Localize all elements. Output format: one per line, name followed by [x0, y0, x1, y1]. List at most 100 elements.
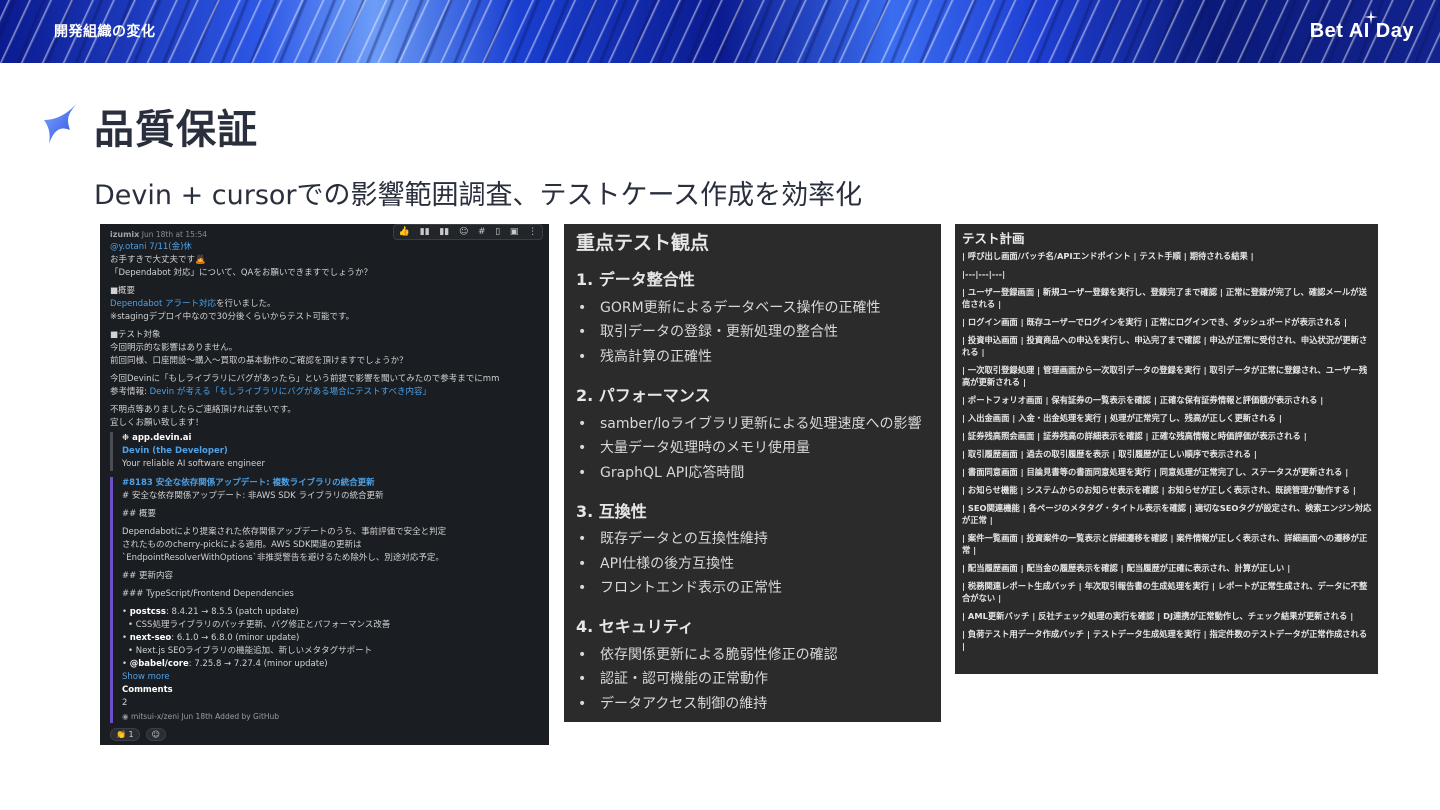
table-row: | ユーザー登録画面 | 新規ユーザー登録を実行し、登録完了まで確認 | 正常に…: [962, 287, 1367, 309]
plan-title: テスト計画: [962, 231, 1025, 246]
message-timestamp: Jun 18th at 15:54: [141, 230, 207, 239]
overview-link[interactable]: Dependabot アラート対応: [110, 299, 216, 309]
message-line: お手すきで大丈夫です🙇: [110, 255, 206, 265]
list-item: データアクセス制御の維持: [578, 693, 767, 713]
reaction-pill[interactable]: 👏 1: [110, 728, 140, 741]
dep-version: : 7.25.8 → 7.27.4 (minor update): [188, 659, 328, 669]
dep-note-text: Next.js SEOライブラリの機能追加、新しいメタタグサポート: [135, 646, 373, 656]
app-name: app.devin.ai: [132, 433, 192, 443]
devin-line: 今回Devinに「もしライブラリにバグがあったら」という前提で影響を聞いてみたの…: [110, 374, 500, 384]
table-row: | SEO関連機能 | 各ページのメタタグ・タイトル表示を確認 | 適切なSEO…: [962, 503, 1372, 525]
table-row: | 負荷テスト用データ作成バッチ | テストデータ生成処理を実行 | 指定件数の…: [962, 629, 1368, 651]
dep-name: @babel/core: [129, 659, 189, 669]
list-item: 残高計算の正確性: [578, 346, 712, 366]
slack-message-screenshot: 👍 ▮▮ ▮▮ ☺ # ▯ ▣ ⋮ izumix Jun 18th at 15:…: [100, 224, 549, 745]
table-row: | 呼び出し画面/バッチ名/APIエンドポイント | テスト手順 | 期待される…: [962, 251, 1254, 261]
star-icon: [44, 102, 78, 144]
plan-table: | 呼び出し画面/バッチ名/APIエンドポイント | テスト手順 | 期待される…: [962, 250, 1372, 658]
section-heading: 3. 互換性: [576, 502, 647, 521]
ref-prefix: 参考情報:: [110, 387, 150, 397]
list-item: GraphQL API応答時間: [578, 462, 744, 482]
message-line: 「Dependabot 対応」について、QAをお願いできますでしょうか？: [110, 268, 373, 278]
list-item: samber/loライブラリ更新による処理速度への影響: [578, 413, 922, 433]
table-row: | 入出金画面 | 入金・出金処理を実行 | 処理が正常完了し、残高が正しく更新…: [962, 413, 1282, 423]
table-row: | 配当履歴画面 | 配当金の履歴表示を確認 | 配当履歴が正確に表示され、計算…: [962, 563, 1291, 573]
reaction-count: 1: [128, 730, 134, 739]
table-row: | 証券残高照会画面 | 証券残高の詳細表示を確認 | 正確な残高情報と時価評価…: [962, 431, 1307, 441]
test-plan-panel: テスト計画 | 呼び出し画面/バッチ名/APIエンドポイント | テスト手順 |…: [955, 224, 1378, 674]
table-row: | 一次取引登録処理 | 管理画面から一次取引データの登録を実行 | 取引データ…: [962, 365, 1368, 387]
table-row: | ログイン画面 | 既存ユーザーでログインを実行 | 正常にログインでき、ダッ…: [962, 317, 1347, 327]
section-heading: 2. パフォーマンス: [576, 386, 711, 405]
dep-item: • next-seo: 6.1.0 → 6.8.0 (minor update): [122, 633, 300, 643]
dep-item: • @babel/core: 7.25.8 → 7.27.4 (minor up…: [122, 659, 328, 669]
test-viewpoints-panel: 重点テスト観点 1. データ整合性 GORM更新によるデータベース操作の正確性 …: [564, 224, 941, 722]
dep-version: : 6.1.0 → 6.8.0 (minor update): [171, 633, 300, 643]
dep-item: • postcss: 8.4.21 → 8.5.5 (patch update): [122, 607, 299, 617]
dep-note: • CSS処理ライブラリのパッチ更新、バグ修正とパフォーマンス改善: [128, 620, 391, 630]
app-description: Your reliable AI software engineer: [122, 459, 265, 469]
table-row: | 取引履歴画面 | 過去の取引履歴を表示 | 取引履歴が正しい順序で表示される…: [962, 449, 1257, 459]
page-title: 品質保証: [94, 107, 258, 153]
section-label: 開発組織の変化: [54, 24, 156, 40]
list-item: 既存データとの互換性維持: [578, 528, 768, 548]
target-heading: ■テスト対象: [110, 330, 161, 340]
list-item: 認証・認可機能の正常動作: [578, 668, 768, 688]
dep-version: : 8.4.21 → 8.5.5 (patch update): [165, 607, 299, 617]
page-subtitle: Devin + cursorでの影響範囲調査、テストケース作成を効率化: [94, 180, 863, 211]
reactions-bar: 👏 1 ☺: [110, 728, 540, 741]
overview-suffix: を行いました。: [216, 299, 276, 309]
list-item: 依存関係更新による脆弱性修正の確認: [578, 644, 838, 664]
link-unfurl[interactable]: ❉ app.devin.ai Devin (the Developer) You…: [110, 432, 540, 471]
list-item: 取引データの登録・更新処理の整合性: [578, 321, 838, 341]
table-row: | 税務関連レポート生成バッチ | 年次取引報告書の生成処理を実行 | レポート…: [962, 581, 1368, 603]
pr-line: # 安全な依存関係アップデート: 非AWS SDK ライブラリの統合更新: [122, 491, 384, 501]
pr-footer: mitsui-x/zeni Jun 18th Added by GitHub: [130, 712, 280, 721]
table-row: |---|---|---|: [962, 269, 1006, 279]
pr-line: ## 更新内容: [122, 571, 173, 581]
overview-note: ※stagingデプロイ中なので30分後くらいからテスト可能です。: [110, 312, 355, 322]
table-row: | AML更新バッチ | 反社チェック処理の実行を確認 | DJ連携が正常動作し…: [962, 611, 1354, 621]
table-row: | 投資申込画面 | 投資商品への申込を実行し、申込完了まで確認 | 申込が正常…: [962, 335, 1368, 357]
target-line: 前回同様、口座開設〜購入〜買取の基本動作のご確認を頂けますでしょうか？: [110, 356, 408, 366]
add-reaction-button[interactable]: ☺: [145, 728, 166, 741]
mention[interactable]: @y.otani 7/11(金)休: [110, 241, 540, 254]
viewpoints-title: 重点テスト観点: [576, 232, 710, 254]
table-row: | 案件一覧画面 | 投資案件の一覧表示と詳細遷移を確認 | 案件情報が正しく表…: [962, 533, 1368, 555]
message-author[interactable]: izumix: [110, 230, 139, 239]
brand-logo: Bet AI Day: [1309, 20, 1414, 42]
dep-name: next-seo: [129, 633, 172, 643]
clap-icon: 👏: [116, 730, 126, 739]
comments-count: 2: [122, 698, 128, 708]
dep-note: • Next.js SEOライブラリの機能追加、新しいメタタグサポート: [128, 646, 373, 656]
section-heading: 4. セキュリティ: [576, 617, 694, 636]
dep-note-text: CSS処理ライブラリのパッチ更新、バグ修正とパフォーマンス改善: [135, 620, 391, 630]
pr-line: Dependabotにより提案された依存関係アップデートのうち、事前評価で安全と…: [122, 527, 447, 537]
table-row: | 書面同意画面 | 目論見書等の書面同意処理を実行 | 同意処理が正常完了し、…: [962, 467, 1349, 477]
pr-line: されたもののcherry-pickによる適用。AWS SDK関連の更新は: [122, 540, 362, 550]
list-item: 大量データ処理時のメモリ使用量: [578, 437, 810, 457]
github-icon: ◉: [122, 712, 131, 721]
header-banner: 開発組織の変化 Bet AI Day: [0, 0, 1440, 63]
target-line: 今回明示的な影響はありません。: [110, 343, 238, 353]
closing-line: 不明点等ありましたらご連絡頂ければ幸いです。: [110, 405, 296, 415]
app-icon: ❉: [122, 433, 133, 443]
table-row: | お知らせ機能 | システムからのお知らせ表示を確認 | お知らせが正しく表示…: [962, 485, 1356, 495]
overview-heading: ■概要: [110, 286, 136, 296]
list-item: フロントエンド表示の正常性: [578, 577, 782, 597]
app-title-link[interactable]: Devin (the Developer): [122, 445, 540, 458]
pr-title-link[interactable]: #8183 安全な依存関係アップデート: 複数ライブラリの統合更新: [122, 477, 540, 490]
show-more-link[interactable]: Show more: [122, 671, 540, 684]
pr-line: `EndpointResolverWithOptions`非推奨警告を避けるため…: [122, 553, 444, 563]
section-heading: 1. データ整合性: [576, 270, 695, 289]
pr-line: ## 概要: [122, 509, 156, 519]
ref-link[interactable]: Devin が考える「もしライブラリにバグがある場合にテストすべき内容」: [150, 387, 431, 397]
list-item: GORM更新によるデータベース操作の正確性: [578, 297, 881, 317]
comments-label: Comments: [122, 685, 173, 695]
closing-line: 宜しくお願い致します！: [110, 418, 204, 428]
pr-line: ### TypeScript/Frontend Dependencies: [122, 589, 294, 599]
dep-name: postcss: [129, 607, 166, 617]
list-item: API仕様の後方互換性: [578, 553, 734, 573]
table-row: | ポートフォリオ画面 | 保有証券の一覧表示を確認 | 正確な保有証券情報と評…: [962, 395, 1324, 405]
github-pr-unfurl[interactable]: #8183 安全な依存関係アップデート: 複数ライブラリの統合更新 # 安全な依…: [110, 477, 540, 723]
